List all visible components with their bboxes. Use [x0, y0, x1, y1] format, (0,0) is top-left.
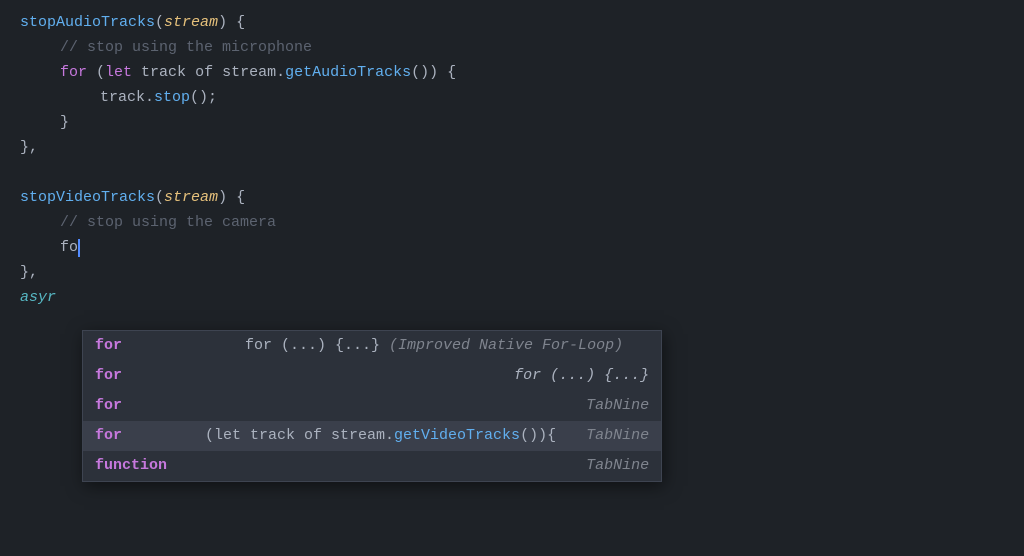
token: let — [105, 61, 132, 85]
token: of — [195, 61, 213, 85]
token: stopAudioTracks — [20, 11, 155, 35]
code-line-9: // stop using the camera — [0, 210, 1024, 235]
token: getAudioTracks — [285, 61, 411, 85]
token: asyr — [20, 286, 56, 310]
token: }, — [20, 136, 38, 160]
token: track — [132, 61, 195, 85]
autocomplete-item-2[interactable]: for for (...) {...} — [83, 361, 661, 391]
token: // stop using the microphone — [60, 36, 312, 60]
code-line-10: fo — [0, 235, 1024, 260]
code-editor: stopAudioTracks(stream) { // stop using … — [0, 0, 1024, 556]
token: ( — [155, 11, 164, 35]
ac-source: TabNine — [566, 394, 649, 418]
code-line-4: track.stop(); — [0, 85, 1024, 110]
code-line-5: } — [0, 110, 1024, 135]
token: } — [60, 111, 69, 135]
token: ()) { — [411, 61, 456, 85]
code-line-bottom-2: asyr — [0, 285, 1024, 310]
token: stream — [164, 186, 218, 210]
autocomplete-item-1[interactable]: for for (...) {...} (Improved Native For… — [83, 331, 661, 361]
ac-keyword: for — [95, 424, 185, 448]
token: track. — [100, 86, 154, 110]
ac-snippet: (let track of stream.getVideoTracks()) — [205, 424, 547, 448]
ac-keyword: for — [95, 334, 185, 358]
ac-keyword: for — [95, 394, 185, 418]
text-cursor — [78, 239, 80, 257]
token: }, — [20, 261, 38, 285]
code-line-6: }, — [0, 135, 1024, 160]
ac-source: TabNine — [566, 424, 649, 448]
code-line-bottom-1: }, — [0, 260, 1024, 285]
token: ( — [155, 186, 164, 210]
code-line-8: stopVideoTracks(stream) { — [0, 185, 1024, 210]
autocomplete-dropdown[interactable]: for for (...) {...} (Improved Native For… — [82, 330, 662, 482]
autocomplete-item-3[interactable]: for TabNine — [83, 391, 661, 421]
token: ) { — [218, 11, 245, 35]
token: for — [60, 61, 87, 85]
autocomplete-item-5[interactable]: function TabNine — [83, 451, 661, 481]
autocomplete-item-4[interactable]: for (let track of stream.getVideoTracks(… — [83, 421, 661, 451]
code-line-2: // stop using the microphone — [0, 35, 1024, 60]
code-line-blank — [0, 160, 1024, 185]
code-line-1: stopAudioTracks(stream) { — [0, 10, 1024, 35]
token: stop — [154, 86, 190, 110]
token: stream. — [213, 61, 285, 85]
ac-snippet: for (...) {...} (Improved Native For-Loo… — [245, 334, 649, 358]
token: ) { — [218, 186, 245, 210]
ac-source: for (...) {...} — [494, 364, 649, 388]
ac-keyword: for — [95, 364, 185, 388]
ac-keyword: function — [95, 454, 185, 478]
token: fo — [60, 236, 78, 260]
ac-source: TabNine — [566, 454, 649, 478]
token: (); — [190, 86, 217, 110]
token: ( — [87, 61, 105, 85]
token: stream — [164, 11, 218, 35]
token: // stop using the camera — [60, 211, 276, 235]
code-line-3: for (let track of stream.getAudioTracks(… — [0, 60, 1024, 85]
token: stopVideoTracks — [20, 186, 155, 210]
